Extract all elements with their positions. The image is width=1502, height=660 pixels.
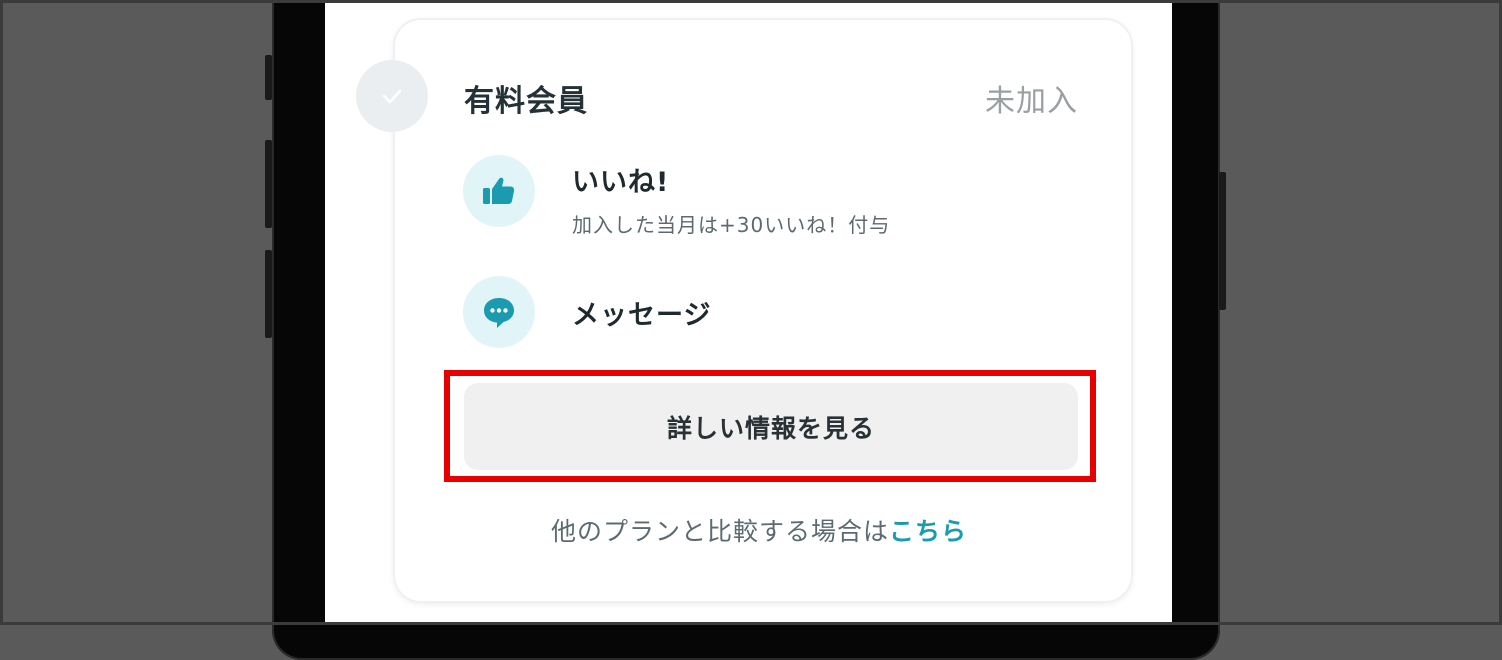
check-icon: [382, 89, 402, 104]
feature-description-like: 加入した当月は+30いいね！付与: [572, 213, 891, 237]
feature-title-like: いいね!: [572, 167, 670, 198]
phone-side-button: [265, 55, 272, 100]
compare-plans-line: 他のプランと比較する場合はこちら: [8, 512, 1502, 548]
plan-status: 未加入: [985, 84, 1078, 119]
feature-title-message: メッセージ: [572, 300, 712, 331]
compare-plans-link[interactable]: こちら: [889, 517, 967, 546]
compare-plans-text: 他のプランと比較する場合は: [550, 517, 889, 546]
plan-title: 有料会員: [464, 84, 588, 119]
like-feature-icon-circle: [463, 155, 535, 227]
plan-check-badge: [356, 60, 428, 132]
chat-bubble-icon: [484, 298, 514, 328]
message-feature-icon-circle: [463, 276, 535, 348]
thumbs-up-icon: [483, 177, 515, 204]
phone-volume-down-button: [265, 250, 272, 338]
phone-power-button: [1219, 172, 1226, 310]
phone-volume-up-button: [265, 140, 272, 228]
view-details-button[interactable]: 詳しい情報を見る: [464, 383, 1078, 470]
